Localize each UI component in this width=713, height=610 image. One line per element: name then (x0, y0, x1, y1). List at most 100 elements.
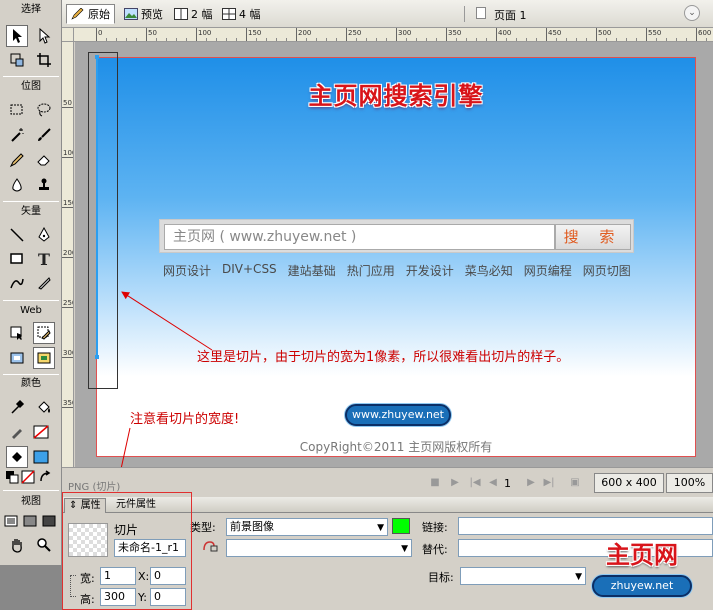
search-box: 主页网 ( www.zhuyew.net ) 搜 索 (159, 219, 634, 253)
tools-colors-heading: 颜色 (21, 378, 41, 389)
slice-tool-icon[interactable] (33, 322, 55, 344)
canvas-size[interactable]: 600 x 400 (594, 473, 664, 493)
preview-icon (124, 8, 138, 20)
tab-original-label: 原始 (88, 8, 110, 21)
tab-original[interactable]: 原始 (66, 4, 115, 24)
ruler-tick (96, 28, 97, 41)
full-screen-menu-icon[interactable] (21, 512, 39, 530)
freeform-tool-icon[interactable] (6, 272, 28, 294)
hand-tool-icon[interactable] (6, 534, 28, 556)
marquee-tool-icon[interactable] (6, 99, 28, 121)
nav-link[interactable]: 开发设计 (406, 262, 454, 279)
nav-link[interactable]: 网页切图 (583, 262, 631, 279)
knife-tool-icon[interactable] (33, 272, 55, 294)
ruler-left-label: 150 (63, 199, 73, 207)
ruler-tick (62, 207, 73, 208)
line-tool-icon[interactable] (6, 224, 28, 246)
no-color-icon[interactable] (20, 470, 36, 484)
first-frame-icon[interactable]: |◀ (468, 476, 482, 490)
next-frame-icon[interactable]: ▶ (524, 476, 538, 490)
ruler-tick (646, 28, 647, 41)
tab-preview[interactable]: 预览 (120, 4, 167, 24)
tools-select-heading: 选择 (21, 4, 41, 15)
tools-vector-heading: 矢量 (21, 206, 41, 217)
ruler-top-label: 250 (348, 29, 362, 37)
nav-link[interactable]: 菜鸟必知 (465, 262, 513, 279)
hotspot-tool-icon[interactable] (6, 322, 28, 344)
paint-bucket-tool-icon[interactable] (33, 396, 55, 418)
nav-link[interactable]: 网页设计 (163, 262, 211, 279)
nav-link[interactable]: 网页编程 (524, 262, 572, 279)
swap-colors-icon[interactable] (38, 470, 54, 484)
nav-link[interactable]: DIV+CSS (222, 262, 277, 279)
zoom-tool-icon[interactable] (33, 534, 55, 556)
rectangle-tool-icon[interactable] (6, 248, 28, 270)
ruler-tick (62, 407, 73, 408)
nav-link[interactable]: 热门应用 (347, 262, 395, 279)
page-dropdown-icon[interactable]: ⌄ (684, 5, 700, 21)
rubber-stamp-tool-icon[interactable] (33, 174, 55, 196)
ruler-left: 50 100 150 200 250 300 350 (62, 42, 74, 467)
slice-annotation: 这里是切片，由于切片的宽为1像素，所以很难看出切片的样子。 (197, 350, 570, 365)
default-colors-icon[interactable] (4, 470, 20, 484)
play-icon[interactable]: ▶ (448, 476, 462, 490)
fill-color-swatch[interactable] (30, 446, 52, 468)
type-select[interactable]: 前景图像 ▼ (226, 518, 388, 536)
toolbar-divider (464, 6, 465, 22)
stroke-color-swatch[interactable] (30, 421, 52, 443)
ruler-left-label: 100 (63, 149, 73, 157)
work-area[interactable]: 主页网搜索引擎 主页网 ( www.zhuyew.net ) 搜 索 网页设计 … (75, 42, 713, 467)
tools-divider (3, 374, 59, 375)
page-selector[interactable]: 页面 1 (494, 7, 527, 23)
fill-color-icon[interactable] (6, 446, 28, 468)
scale-tool-icon[interactable] (6, 49, 28, 71)
slice[interactable] (96, 57, 98, 358)
slice-handle-bottom[interactable] (95, 355, 99, 359)
eyedropper-tool-icon[interactable] (6, 396, 28, 418)
slice-selection-box[interactable] (88, 52, 118, 389)
type-label: 类型: (190, 521, 216, 534)
ruler-left-label: 50 (63, 99, 72, 107)
lasso-tool-icon[interactable] (33, 99, 55, 121)
hide-slices-icon[interactable] (6, 347, 28, 369)
magic-wand-tool-icon[interactable] (6, 124, 28, 146)
ruler-top-label: 100 (198, 29, 212, 37)
width-annotation: 注意看切片的宽度! (130, 412, 240, 427)
frame-options-icon[interactable]: ▣ (568, 476, 582, 490)
standard-screen-icon[interactable] (2, 512, 20, 530)
subselect-tool-icon[interactable] (33, 25, 55, 47)
behavior-select[interactable]: ▼ (226, 539, 412, 557)
crop-tool-icon[interactable] (33, 49, 55, 71)
ruler-left-label: 350 (63, 399, 73, 407)
prev-frame-icon[interactable]: ◀ (486, 476, 500, 490)
tab-4up[interactable]: 4 幅 (218, 4, 265, 24)
blur-tool-icon[interactable] (6, 174, 28, 196)
ruler-tick (196, 28, 197, 41)
pencil-tool-icon[interactable] (6, 149, 28, 171)
tools-bitmap-heading: 位图 (21, 81, 41, 92)
target-select[interactable]: ▼ (460, 567, 586, 585)
slice-color-swatch[interactable] (392, 518, 410, 534)
last-frame-icon[interactable]: ▶| (542, 476, 556, 490)
search-button[interactable]: 搜 索 (555, 224, 631, 250)
zoom-level[interactable]: 100% (666, 473, 713, 493)
nav-links: 网页设计 DIV+CSS 建站基础 热门应用 开发设计 菜鸟必知 网页编程 网页… (163, 262, 643, 279)
ruler-tick (546, 28, 547, 41)
pen-tool-icon[interactable] (33, 224, 55, 246)
stroke-color-icon[interactable] (6, 421, 28, 443)
slice-handle-top[interactable] (95, 55, 99, 59)
show-slices-icon[interactable] (33, 347, 55, 369)
full-screen-icon[interactable] (40, 512, 58, 530)
tab-2up[interactable]: 2 幅 (170, 4, 217, 24)
search-input[interactable]: 主页网 ( www.zhuyew.net ) (164, 224, 555, 250)
pointer-tool-icon[interactable] (6, 25, 28, 47)
link-field[interactable] (458, 517, 713, 535)
eraser-tool-icon[interactable] (33, 149, 55, 171)
text-tool-icon[interactable]: T (33, 248, 55, 270)
ruler-tick (62, 357, 73, 358)
chevron-down-icon: ▼ (401, 544, 408, 554)
canvas[interactable]: 主页网搜索引擎 主页网 ( www.zhuyew.net ) 搜 索 网页设计 … (96, 57, 696, 457)
stop-icon[interactable]: ■ (428, 476, 442, 490)
brush-tool-icon[interactable] (33, 124, 55, 146)
nav-link[interactable]: 建站基础 (288, 262, 336, 279)
